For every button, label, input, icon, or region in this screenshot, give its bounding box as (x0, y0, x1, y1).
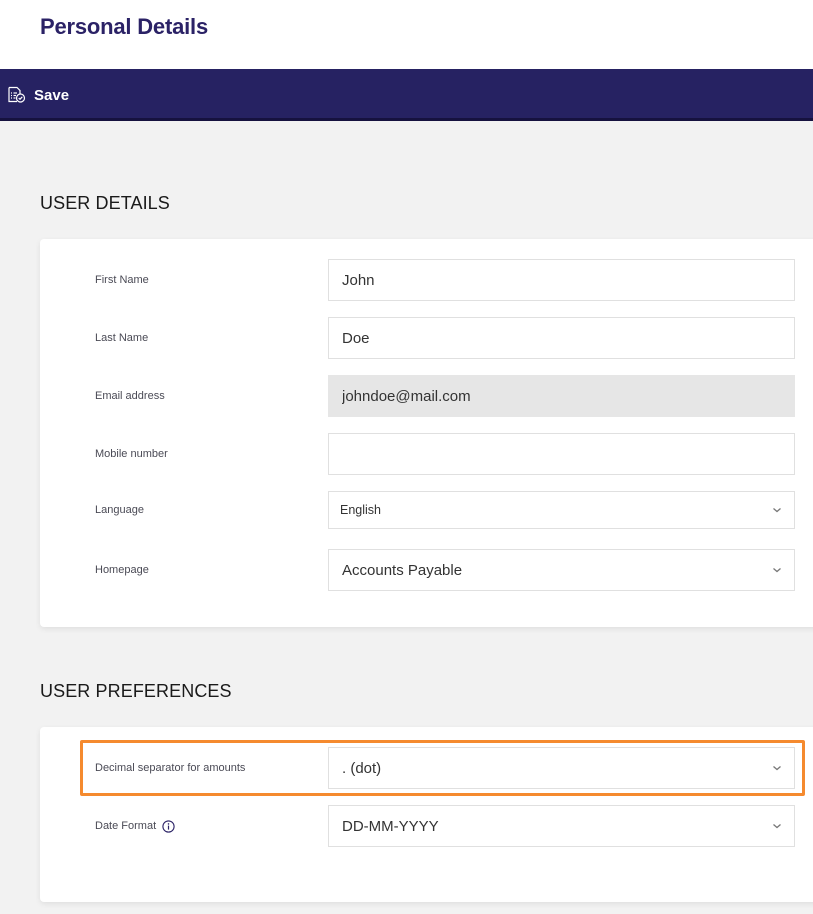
email-input[interactable] (328, 375, 795, 417)
user-preferences-card: Decimal separator for amounts . (dot) Da… (40, 727, 813, 902)
info-icon[interactable] (162, 819, 175, 833)
user-details-card: First Name Last Name Email address Mobil… (40, 239, 813, 627)
first-name-input[interactable] (328, 259, 795, 301)
language-row: Language English (40, 491, 813, 533)
language-label: Language (95, 504, 144, 516)
user-details-title: USER DETAILS (40, 193, 170, 213)
decimal-separator-value: . (dot) (342, 759, 382, 777)
last-name-input[interactable] (328, 317, 795, 359)
email-row: Email address (40, 375, 813, 417)
first-name-label: First Name (95, 274, 149, 286)
date-format-row: Date Format DD-MM-YYYY (40, 805, 813, 847)
homepage-label: Homepage (95, 564, 149, 576)
save-button[interactable]: Save (6, 83, 69, 107)
date-format-label-wrap: Date Format (95, 805, 175, 847)
first-name-row: First Name (40, 259, 813, 301)
save-label: Save (34, 86, 70, 104)
mobile-row: Mobile number (40, 433, 813, 475)
document-check-icon (6, 85, 26, 105)
chevron-down-icon (773, 766, 781, 771)
date-format-value: DD-MM-YYYY (342, 817, 439, 835)
last-name-row: Last Name (40, 317, 813, 359)
homepage-row: Homepage Accounts Payable (40, 549, 813, 591)
chevron-down-icon (773, 568, 781, 573)
email-label: Email address (95, 390, 165, 402)
decimal-separator-row: Decimal separator for amounts . (dot) (40, 747, 813, 789)
page-header: Personal Details (0, 0, 813, 69)
date-format-select[interactable]: DD-MM-YYYY (328, 805, 795, 847)
user-preferences-title: USER PREFERENCES (40, 681, 232, 701)
homepage-select[interactable]: Accounts Payable (328, 549, 795, 591)
mobile-input[interactable] (328, 433, 795, 475)
decimal-separator-select[interactable]: . (dot) (328, 747, 795, 789)
toolbar: Save (0, 69, 813, 121)
chevron-down-icon (773, 824, 781, 829)
last-name-label: Last Name (95, 332, 149, 344)
date-format-label: Date Format (95, 820, 157, 832)
language-select[interactable]: English (328, 491, 795, 529)
page-title: Personal Details (40, 14, 208, 39)
language-value: English (340, 503, 381, 517)
mobile-label: Mobile number (95, 448, 168, 460)
chevron-down-icon (773, 508, 781, 513)
homepage-value: Accounts Payable (342, 561, 463, 579)
decimal-separator-label: Decimal separator for amounts (95, 762, 246, 774)
